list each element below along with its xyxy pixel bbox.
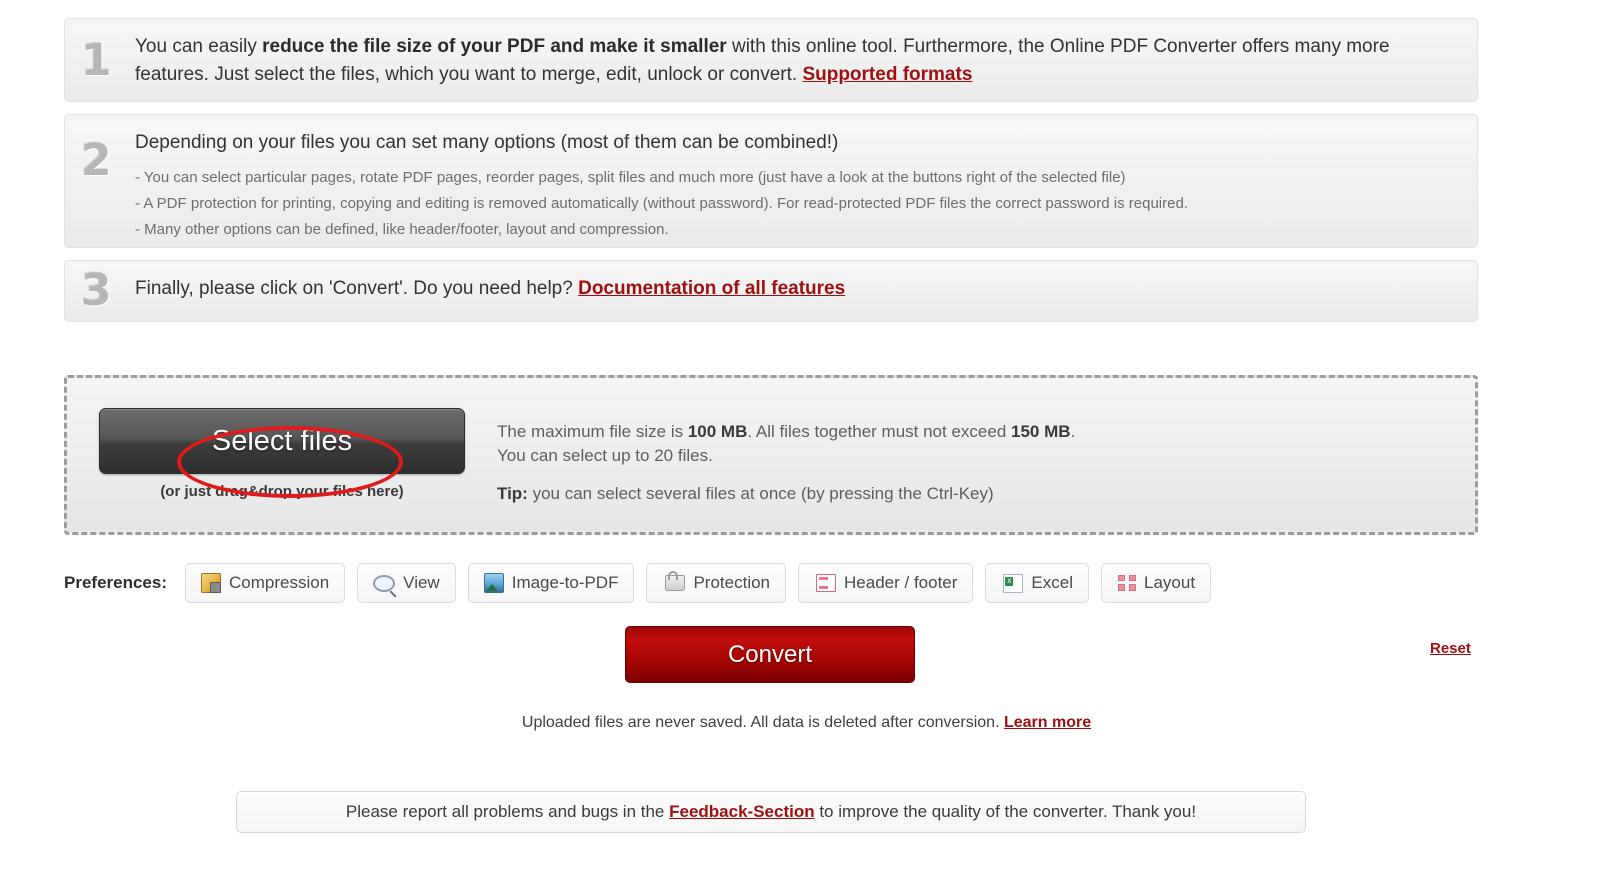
pref-label-header-footer: Header / footer [844,573,958,592]
magnifier-icon [373,574,396,592]
step-2-bullets: - You can select particular pages, rotat… [135,165,1459,243]
step-2-bullet-1: - You can select particular pages, rotat… [135,169,1126,186]
pref-button-header-footer[interactable]: Header / footer [798,563,974,603]
pref-button-protection[interactable]: Protection [646,563,787,603]
step-2-text: Depending on your files you can set many… [135,132,839,153]
preferences-label: Preferences: [64,573,168,592]
limit-suffix: . [1070,422,1076,441]
tip-label: Tip: [497,484,528,503]
convert-button[interactable]: Convert [625,626,915,683]
privacy-text: Uploaded files are never saved. All data… [521,714,1004,731]
pref-label-view: View [403,573,440,592]
supported-formats-link[interactable]: Supported formats [802,64,972,85]
compression-icon [201,573,222,593]
pref-button-layout[interactable]: Layout [1101,563,1212,603]
pref-label-excel: Excel [1031,573,1073,592]
pref-button-compression[interactable]: Compression [185,563,346,603]
privacy-note: Uploaded files are never saved. All data… [0,714,1613,732]
step-1-bold-phrase: reduce the file size of your PDF and mak… [262,36,727,57]
max-total-size: 150 MB [1011,422,1071,441]
reset-link[interactable]: Reset [1430,640,1471,657]
step-1-text-before: You can easily [135,36,263,57]
max-file-size: 100 MB [687,422,748,441]
step-number-1: 1 [81,35,112,86]
step-3-text: Finally, please click on 'Convert'. Do y… [135,275,1459,303]
layout-grid-icon [1118,575,1136,591]
pref-button-excel[interactable]: Excel [985,563,1089,603]
preferences-row: Preferences: Compression View Image-to-P… [64,563,1223,603]
limit-line-1: The maximum file size is 100 MB. All fil… [497,420,1075,444]
pref-button-image-to-pdf[interactable]: Image-to-PDF [467,563,635,603]
step-3-text-before: Finally, please click on 'Convert'. Do y… [135,278,579,299]
pref-button-view[interactable]: View [357,563,456,603]
limit-prefix: The maximum file size is [497,422,688,441]
learn-more-link[interactable]: Learn more [1004,714,1091,731]
feedback-text-after: to improve the quality of the converter.… [814,802,1197,821]
step-number-3: 3 [81,265,112,316]
excel-file-icon [1003,573,1024,593]
tip-text: you can select several files at once (by… [527,484,994,503]
image-icon [483,573,504,593]
pref-label-protection: Protection [693,573,771,592]
file-dropzone[interactable]: Select files (or just drag&drop your fil… [64,375,1478,535]
step-number-2: 2 [81,135,112,186]
lock-icon [665,571,686,591]
feedback-bar: Please report all problems and bugs in t… [236,791,1306,833]
instruction-steps: 1 You can easily reduce the file size of… [64,18,1478,334]
select-files-area: Select files (or just drag&drop your fil… [99,408,465,500]
pdf-converter-page: 1 You can easily reduce the file size of… [0,0,1613,887]
step-1-text: You can easily reduce the file size of y… [135,33,1459,89]
select-files-button[interactable]: Select files [99,408,465,474]
step-2-bullet-3: - Many other options can be defined, lik… [135,221,669,238]
pref-label-image-to-pdf: Image-to-PDF [511,573,619,592]
step-panel-1: 1 You can easily reduce the file size of… [64,18,1478,102]
step-panel-3: 3 Finally, please click on 'Convert'. Do… [64,260,1478,322]
tip-line: Tip: you can select several files at onc… [497,482,1075,506]
step-2-bullet-2: - A PDF protection for printing, copying… [135,195,1188,212]
feedback-text-before: Please report all problems and bugs in t… [345,802,670,821]
drag-drop-hint: (or just drag&drop your files here) [160,483,404,500]
file-limits-text: The maximum file size is 100 MB. All fil… [497,420,1075,506]
limit-line-2: You can select up to 20 files. [497,446,713,465]
step-panel-2: 2 Depending on your files you can set ma… [64,114,1478,248]
pref-label-compression: Compression [229,573,330,592]
feedback-section-link[interactable]: Feedback-Section [669,802,815,821]
pref-label-layout: Layout [1144,573,1196,592]
documentation-link[interactable]: Documentation of all features [578,278,845,299]
limit-middle: . All files together must not exceed [747,422,1012,441]
document-header-footer-icon [816,574,837,592]
